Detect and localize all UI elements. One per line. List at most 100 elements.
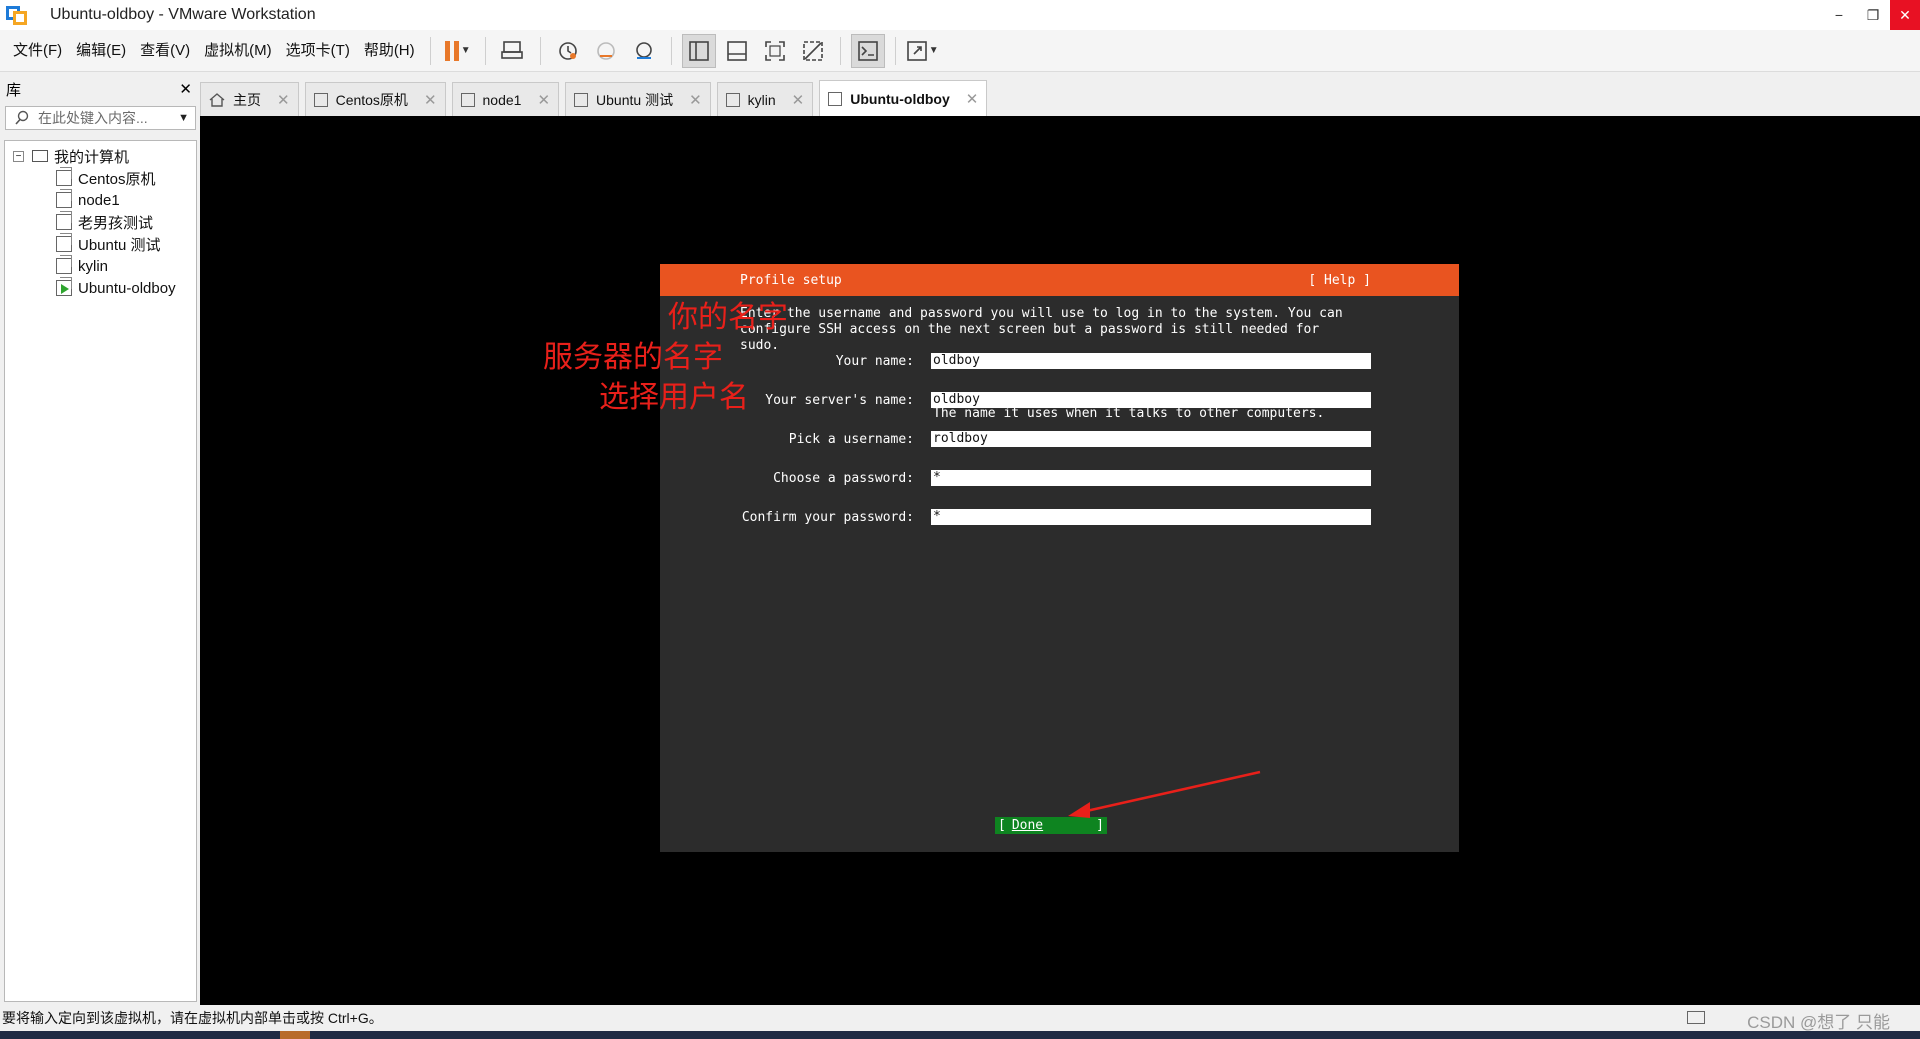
snapshot-button[interactable]	[551, 34, 585, 68]
tree-item-ubuntu-test[interactable]: Ubuntu 测试	[5, 233, 196, 255]
tab-ubuntu-test[interactable]: Ubuntu 测试 ✕	[565, 82, 711, 116]
tree-item-label: 老男孩测试	[78, 214, 154, 232]
unity-button[interactable]	[796, 34, 830, 68]
tab-node1[interactable]: node1 ✕	[451, 82, 560, 116]
close-icon[interactable]: ✕	[966, 90, 979, 108]
tab-label: node1	[482, 91, 522, 108]
toolbar-separator	[894, 36, 896, 65]
title-bar: Ubuntu-oldboy - VMware Workstation − ❐ ✕	[0, 0, 1920, 30]
revert-snapshot-button[interactable]	[589, 34, 623, 68]
console-icon	[857, 40, 878, 61]
menu-view[interactable]: 查看(V)	[133, 30, 197, 72]
close-icon[interactable]: ✕	[537, 91, 550, 109]
vm-icon	[56, 233, 72, 252]
search-icon	[15, 110, 29, 125]
snapshot-manager-button[interactable]	[627, 34, 661, 68]
fullscreen-button[interactable]	[758, 34, 792, 68]
tree-item-label: kylin	[78, 257, 109, 275]
password-input[interactable]: *	[931, 470, 1371, 486]
stretch-button[interactable]: ▼	[906, 34, 940, 68]
annotation-arrow-icon	[1068, 770, 1261, 818]
server-name-label: Your server's name:	[765, 393, 914, 408]
name-input[interactable]: oldboy	[931, 353, 1371, 369]
menu-toolbar: 文件(F) 编辑(E) 查看(V) 虚拟机(M) 选项卡(T) 帮助(H) ▼ …	[0, 30, 1920, 72]
vm-icon	[313, 92, 328, 107]
home-icon	[209, 92, 225, 107]
revert-snapshot-icon	[596, 41, 615, 60]
snapshot-icon	[558, 41, 577, 60]
toolbar-separator	[839, 36, 841, 65]
tab-centos[interactable]: Centos原机 ✕	[304, 82, 446, 116]
tab-ubuntu-oldboy[interactable]: Ubuntu-oldboy ✕	[819, 80, 988, 116]
pause-button[interactable]: ▼	[441, 34, 475, 68]
tab-label: kylin	[747, 91, 776, 108]
menu-help[interactable]: 帮助(H)	[357, 30, 422, 72]
confirm-password-label: Confirm your password:	[741, 510, 914, 525]
watermark-text: CSDN @想了 只能	[1747, 1013, 1890, 1032]
vm-icon	[574, 92, 589, 107]
library-close-icon[interactable]: ✕	[179, 80, 192, 98]
library-search-input[interactable]: 在此处键入内容... ▼	[5, 106, 196, 130]
installer-description: Enter the username and password you will…	[740, 306, 1343, 353]
confirm-password-input[interactable]: *	[931, 509, 1371, 525]
menu-tabs[interactable]: 选项卡(T)	[279, 30, 357, 72]
restore-button[interactable]: ❐	[1856, 0, 1890, 30]
close-icon[interactable]: ✕	[689, 91, 702, 109]
chevron-down-icon[interactable]: ▼	[461, 45, 471, 56]
window-controls: − ❐ ✕	[1822, 0, 1920, 30]
thumbnail-view-button[interactable]	[720, 34, 754, 68]
close-icon[interactable]: ✕	[277, 91, 290, 109]
library-header: 库 ✕	[0, 78, 198, 100]
toolbar-separator	[539, 36, 541, 65]
send-ctrl-alt-del-button[interactable]	[496, 34, 530, 68]
tree-item-centos[interactable]: Centos原机	[5, 167, 196, 189]
window-title: Ubuntu-oldboy - VMware Workstation	[50, 6, 316, 23]
tree-item-kylin[interactable]: kylin	[5, 255, 196, 277]
vm-console[interactable]: Profile setup [ Help ] Enter the usernam…	[200, 116, 1920, 1005]
chevron-down-icon[interactable]: ▼	[178, 112, 189, 124]
pause-icon	[444, 40, 459, 61]
computer-icon	[32, 150, 48, 162]
vm-icon	[460, 92, 475, 107]
tab-label: 主页	[233, 91, 261, 108]
stretch-icon	[906, 40, 927, 61]
status-bar: 要将输入定向到该虚拟机，请在虚拟机内部单击或按 Ctrl+G。 CSDN @想了…	[0, 1005, 1920, 1032]
done-bracket-open: [	[998, 818, 1006, 833]
server-name-hint: The name it uses when it talks to other …	[933, 406, 1325, 421]
chevron-down-icon[interactable]: ▼	[929, 45, 939, 56]
send-ctrl-alt-del-icon	[500, 40, 523, 59]
tab-label: Centos原机	[335, 91, 408, 108]
tree-item-ubuntu-oldboy[interactable]: Ubuntu-oldboy	[5, 277, 196, 299]
vm-icon	[725, 92, 740, 107]
thumbnail-view-icon	[726, 40, 747, 61]
vmware-app-icon	[6, 4, 28, 26]
library-view-button[interactable]	[681, 33, 716, 68]
network-status-icon[interactable]	[1687, 1011, 1705, 1024]
tree-item-node1[interactable]: node1	[5, 189, 196, 211]
menu-file[interactable]: 文件(F)	[6, 30, 69, 72]
vm-icon	[56, 255, 72, 274]
menu-vm[interactable]: 虚拟机(M)	[197, 30, 279, 72]
annotation-server-name: 服务器的名字	[543, 340, 723, 375]
close-icon[interactable]: ✕	[792, 91, 805, 109]
tree-root-my-computer[interactable]: − 我的计算机	[5, 145, 196, 167]
close-button[interactable]: ✕	[1890, 0, 1920, 30]
tab-kylin[interactable]: kylin ✕	[716, 82, 814, 116]
tree-item-label: Centos原机	[78, 170, 156, 188]
tree-item-oldboy-test[interactable]: 老男孩测试	[5, 211, 196, 233]
toolbar-separator	[484, 36, 486, 65]
menu-edit[interactable]: 编辑(E)	[69, 30, 133, 72]
ubuntu-installer-panel: Profile setup [ Help ] Enter the usernam…	[660, 264, 1459, 852]
fullscreen-icon	[764, 40, 785, 61]
status-message: 要将输入定向到该虚拟机，请在虚拟机内部单击或按 Ctrl+G。	[2, 1010, 383, 1026]
minimize-button[interactable]: −	[1822, 0, 1856, 30]
console-button[interactable]	[850, 33, 885, 68]
help-button[interactable]: [ Help ]	[1308, 273, 1371, 288]
close-icon[interactable]: ✕	[424, 91, 437, 109]
tree-item-label: Ubuntu-oldboy	[78, 279, 176, 297]
tab-home[interactable]: 主页 ✕	[200, 82, 299, 116]
username-label: Pick a username:	[788, 432, 914, 447]
collapse-icon[interactable]: −	[13, 150, 24, 162]
username-input[interactable]: roldboy	[931, 431, 1371, 447]
vm-running-icon	[828, 91, 843, 106]
